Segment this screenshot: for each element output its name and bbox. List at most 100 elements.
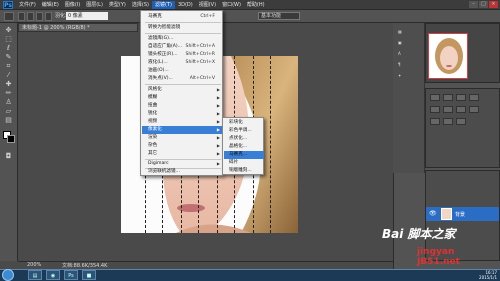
submenu-item-facet[interactable]: 彩块化 [224, 119, 264, 127]
submenu-item-mosaic[interactable]: 马赛克... [224, 151, 264, 159]
submenu-arrow-icon: ▶ [216, 161, 220, 166]
vibrance-icon[interactable] [430, 106, 440, 113]
menu-item-browse-filters[interactable]: 浏览联机滤镜... [142, 168, 223, 176]
lasso-tool-icon[interactable]: ℓ [3, 44, 14, 53]
paragraph-panel-icon[interactable]: ¶ [398, 60, 420, 69]
menu-separator [145, 33, 221, 34]
levels-icon[interactable] [443, 94, 453, 101]
background-color-swatch[interactable] [7, 135, 15, 143]
taskbar-app-icon[interactable]: ■ [82, 270, 96, 280]
navigator-thumbnail[interactable] [428, 33, 468, 79]
move-tool-icon[interactable]: ✥ [3, 26, 14, 35]
subtract-selection-icon[interactable] [36, 12, 43, 21]
menu-image[interactable]: 图像(I) [62, 1, 83, 9]
menu-item-label: 像素化 [148, 127, 162, 132]
eye-icon[interactable]: 👁 [429, 210, 437, 217]
menu-item-label: 消失点(V)... [148, 76, 173, 81]
menu-window[interactable]: 窗口(W) [219, 1, 244, 9]
menu-item-convert-smart-filter[interactable]: 转换为智能滤镜 [142, 24, 223, 32]
menu-item-filter-gallery[interactable]: 滤镜库(G)... [142, 35, 223, 43]
submenu-item-mezzotint[interactable]: 铜版雕刻... [224, 167, 264, 175]
taskbar-photoshop-icon[interactable]: Ps [64, 270, 78, 280]
add-selection-icon[interactable] [27, 12, 34, 21]
zoom-level[interactable]: 200% [27, 262, 41, 268]
submenu-item-color-halftone[interactable]: 彩色半调... [224, 127, 264, 135]
brush-tool-icon[interactable]: ✏ [3, 89, 14, 98]
menu-item-oil-paint[interactable]: 油画(O)... [142, 67, 223, 75]
menu-item-digimarc[interactable]: Digimarc ▶ [142, 160, 223, 168]
menu-help[interactable]: 帮助(H) [244, 1, 268, 9]
channel-mixer-icon[interactable] [443, 118, 453, 125]
start-button[interactable] [2, 269, 14, 281]
marquee-tool-preset[interactable] [4, 12, 14, 21]
menu-layer[interactable]: 图层(L) [83, 1, 106, 9]
gradient-tool-icon[interactable]: ▤ [3, 116, 14, 125]
menu-item-blur[interactable]: 模糊 ▶ [142, 94, 223, 102]
menu-item-render[interactable]: 渲染 ▶ [142, 134, 223, 142]
crop-tool-icon[interactable]: ⌗ [3, 62, 14, 71]
menu-3d[interactable]: 3D(D) [175, 1, 196, 9]
taskbar-explorer-icon[interactable]: ▤ [28, 270, 42, 280]
menu-edit[interactable]: 编辑(E) [39, 1, 62, 9]
exposure-icon[interactable] [469, 94, 479, 101]
clone-stamp-tool-icon[interactable]: ♙ [3, 98, 14, 107]
taskbar-browser-icon[interactable]: ◉ [46, 270, 60, 280]
history-panel-icon[interactable]: ▦ [398, 27, 420, 36]
healing-tool-icon[interactable]: ✚ [3, 80, 14, 89]
photo-filter-icon[interactable] [430, 118, 440, 125]
menu-item-adaptive-wide-angle[interactable]: 自适应广角(A)... Shift+Ctrl+A [142, 43, 223, 51]
eraser-tool-icon[interactable]: ▱ [3, 107, 14, 116]
menu-item-video[interactable]: 视频 ▶ [142, 118, 223, 126]
minimize-button[interactable]: – [469, 1, 478, 8]
menu-item-label: 镜头校正(R)... [148, 52, 178, 57]
black-white-icon[interactable] [469, 106, 479, 113]
menu-item-noise[interactable]: 杂色 ▶ [142, 142, 223, 150]
curves-icon[interactable] [456, 94, 466, 101]
menu-item-shortcut: Alt+Ctrl+V [189, 76, 215, 81]
window-controls: – □ × [468, 1, 498, 9]
eyedropper-tool-icon[interactable]: ⁄ [3, 71, 14, 80]
menu-item-sharpen[interactable]: 锐化 ▶ [142, 110, 223, 118]
menu-item-liquify[interactable]: 液化(L)... Shift+Ctrl+X [142, 59, 223, 67]
menu-item-label: 锐化 [148, 111, 158, 116]
invert-icon[interactable] [456, 118, 466, 125]
document-info: 文档:88.6K/354.4K [62, 263, 108, 269]
menu-item-distort[interactable]: 扭曲 ▶ [142, 102, 223, 110]
menu-item-vanishing-point[interactable]: 消失点(V)... Alt+Ctrl+V [142, 75, 223, 83]
quick-select-tool-icon[interactable]: ✎ [3, 53, 14, 62]
menu-item-pixelate[interactable]: 像素化 ▶ [142, 126, 223, 134]
submenu-item-crystallize[interactable]: 晶格化... [224, 143, 264, 151]
menu-separator [145, 22, 221, 23]
layer-thumbnail [441, 208, 452, 220]
menu-file[interactable]: 文件(F) [16, 1, 39, 9]
menu-item-shortcut: Ctrl+F [200, 14, 215, 19]
adjustments-panel [425, 88, 500, 168]
marquee-tool-icon[interactable]: ⬚ [3, 35, 14, 44]
quick-mask-icon[interactable]: ◘ [3, 152, 14, 161]
menu-filter[interactable]: 滤镜(T) [151, 1, 175, 9]
layer-name[interactable]: 背景 [455, 211, 465, 218]
menu-item-last-filter[interactable]: 马赛克 Ctrl+F [142, 13, 223, 21]
submenu-item-pointillize[interactable]: 点状化... [224, 135, 264, 143]
menu-item-stylize[interactable]: 风格化 ▶ [142, 86, 223, 94]
workspace-select[interactable]: 基本功能 [258, 12, 300, 20]
menu-view[interactable]: 视图(V) [196, 1, 219, 9]
menu-item-lens-correction[interactable]: 镜头校正(R)... Shift+Ctrl+R [142, 51, 223, 59]
feather-input[interactable]: 0 像素 [66, 12, 108, 20]
submenu-item-fragment[interactable]: 碎片 [224, 159, 264, 167]
hue-saturation-icon[interactable] [443, 106, 453, 113]
document-tab[interactable]: 未标题-1 @ 200% (RGB/8) * [18, 23, 138, 32]
new-selection-icon[interactable] [18, 12, 25, 21]
menu-item-other[interactable]: 其它 ▶ [142, 150, 223, 158]
character-panel-icon[interactable]: A [398, 49, 420, 58]
properties-panel-icon[interactable]: ▣ [398, 38, 420, 47]
taskbar-clock: 16:17 2015/1/1 [479, 270, 497, 280]
color-balance-icon[interactable] [456, 106, 466, 113]
intersect-selection-icon[interactable] [45, 12, 52, 21]
maximize-button[interactable]: □ [479, 1, 488, 8]
menu-select[interactable]: 选择(S) [129, 1, 152, 9]
menu-type[interactable]: 类型(Y) [106, 1, 129, 9]
brightness-icon[interactable] [430, 94, 440, 101]
close-button[interactable]: × [489, 1, 498, 8]
brush-panel-icon[interactable]: ✦ [398, 71, 420, 80]
